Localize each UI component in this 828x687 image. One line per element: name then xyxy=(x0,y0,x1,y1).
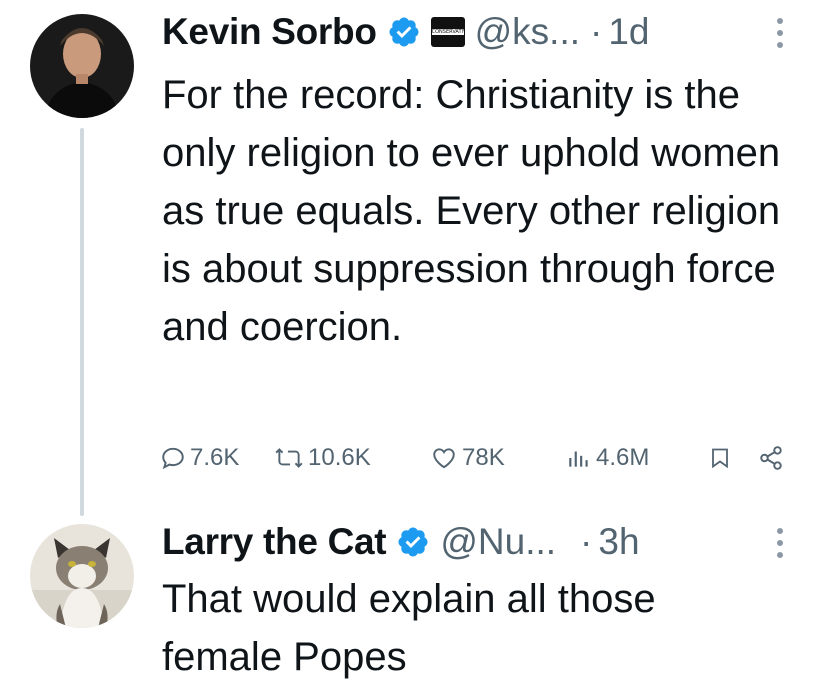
handle[interactable]: @ks... xyxy=(475,11,580,53)
repost-icon xyxy=(275,448,303,468)
more-options-icon[interactable] xyxy=(776,18,784,48)
view-count: 4.6M xyxy=(596,444,650,471)
verified-badge-icon[interactable] xyxy=(387,15,421,49)
timestamp[interactable]: 1d xyxy=(608,11,649,53)
tweet-text: That would explain all those female Pope… xyxy=(162,577,656,679)
timestamp[interactable]: 3h xyxy=(598,521,639,563)
repost-button[interactable]: 10.6K xyxy=(274,438,371,478)
share-icon xyxy=(760,446,782,470)
reply-icon xyxy=(162,447,184,470)
affiliate-badge-icon[interactable]: CONSERVATIVE xyxy=(430,17,465,47)
reply-count: 7.6K xyxy=(190,444,240,471)
separator-dot: · xyxy=(580,521,593,562)
tweet-text: For the record: Christianity is the only… xyxy=(162,73,781,349)
repost-count: 10.6K xyxy=(308,444,371,471)
avatar-larry-the-cat-image xyxy=(30,524,134,628)
avatar-kevin-sorbo-image xyxy=(30,14,134,118)
tweet-actions: 7.6K 10.6K 78K 4.6M xyxy=(160,438,800,478)
reply-button[interactable]: 7.6K xyxy=(160,438,239,478)
more-options-icon[interactable] xyxy=(776,528,784,558)
avatar[interactable] xyxy=(30,14,134,118)
views-button[interactable]: 4.6M xyxy=(566,438,649,478)
like-count: 78K xyxy=(462,444,505,471)
bookmark-button[interactable] xyxy=(708,438,732,478)
like-icon xyxy=(433,448,455,469)
bookmark-icon xyxy=(712,448,728,469)
display-name[interactable]: Larry the Cat xyxy=(162,521,387,563)
tweet-kevin-sorbo[interactable]: Kevin Sorbo CONSERVATIVE @ks... · 1d For… xyxy=(0,0,828,520)
verified-badge-icon[interactable] xyxy=(396,525,430,559)
affiliate-badge-text: CONSERVATIVE xyxy=(431,29,464,35)
like-button[interactable]: 78K xyxy=(430,438,505,478)
separator-dot: · xyxy=(590,11,603,52)
avatar[interactable] xyxy=(30,524,134,628)
views-icon xyxy=(569,451,588,467)
share-button[interactable] xyxy=(758,438,784,478)
thread-line xyxy=(80,128,84,516)
tweet-header: Kevin Sorbo CONSERVATIVE @ks... · 1d xyxy=(162,10,650,54)
display-name[interactable]: Kevin Sorbo xyxy=(162,11,377,53)
tweet-larry-the-cat[interactable]: Larry the Cat @Nu... · 3h That would exp… xyxy=(0,520,828,687)
handle[interactable]: @Nu... xyxy=(440,521,556,563)
tweet-header: Larry the Cat @Nu... · 3h xyxy=(162,520,640,564)
